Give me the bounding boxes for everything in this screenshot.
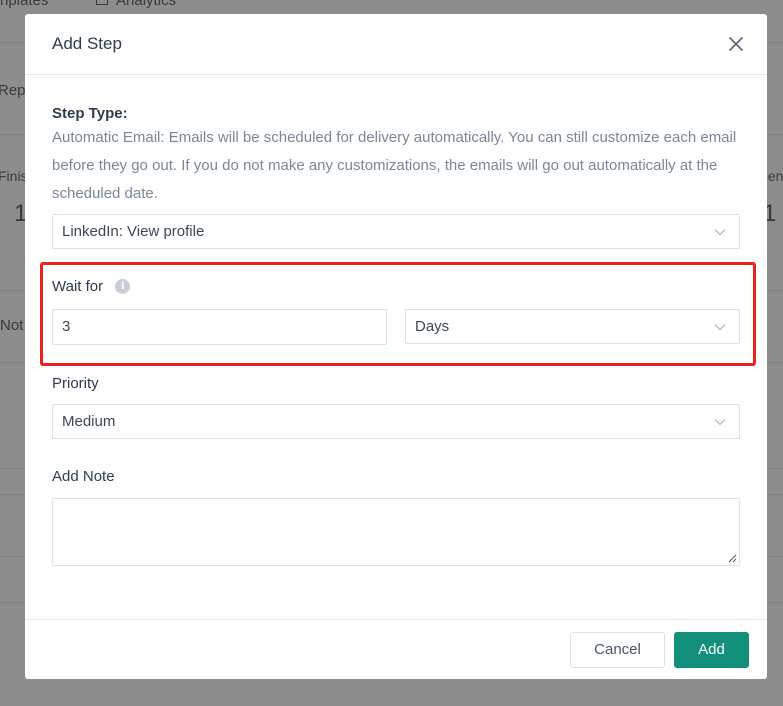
wait-unit-value: Days <box>415 318 450 335</box>
info-icon[interactable]: i <box>115 278 131 294</box>
modal-title: Add Step <box>52 34 122 53</box>
bg-analytics-tab: Analytics <box>96 0 176 9</box>
close-icon[interactable] <box>725 33 747 55</box>
modal-footer: Cancel Add <box>25 619 767 679</box>
chart-icon <box>96 0 108 5</box>
cancel-button[interactable]: Cancel <box>570 632 665 668</box>
chevron-down-icon <box>714 419 726 426</box>
step-type-section: Step Type: Automatic Email: Emails will … <box>52 105 740 208</box>
wait-for-input[interactable]: 3 <box>52 309 387 345</box>
bg-notes-label: Not <box>0 317 24 334</box>
priority-label: Priority <box>52 375 99 392</box>
step-type-label: Step Type: <box>52 105 128 122</box>
step-type-description: Automatic Email: Emails will be schedule… <box>52 129 737 202</box>
step-type-value: LinkedIn: View profile <box>62 223 205 240</box>
priority-value: Medium <box>62 413 116 430</box>
priority-select[interactable]: Medium <box>52 404 740 439</box>
wait-for-label: Wait for <box>52 278 104 295</box>
bg-finished-label: Finis <box>0 168 28 184</box>
wait-unit-select[interactable]: Days <box>405 309 740 344</box>
resize-handle-icon[interactable] <box>727 553 737 563</box>
note-textarea[interactable] <box>52 498 740 566</box>
modal-header: Add Step <box>25 14 767 75</box>
chevron-down-icon <box>714 324 726 331</box>
add-step-modal: Add Step Step Type: Automatic Email: Ema… <box>25 14 767 679</box>
add-note-label: Add Note <box>52 468 115 485</box>
add-button[interactable]: Add <box>674 632 749 668</box>
wait-for-value: 3 <box>62 318 71 335</box>
wait-for-label-row: Wait for i <box>52 278 131 295</box>
chevron-down-icon <box>714 229 726 236</box>
step-type-select[interactable]: LinkedIn: View profile <box>52 214 740 249</box>
bg-templates-tab: nplates <box>0 0 49 9</box>
